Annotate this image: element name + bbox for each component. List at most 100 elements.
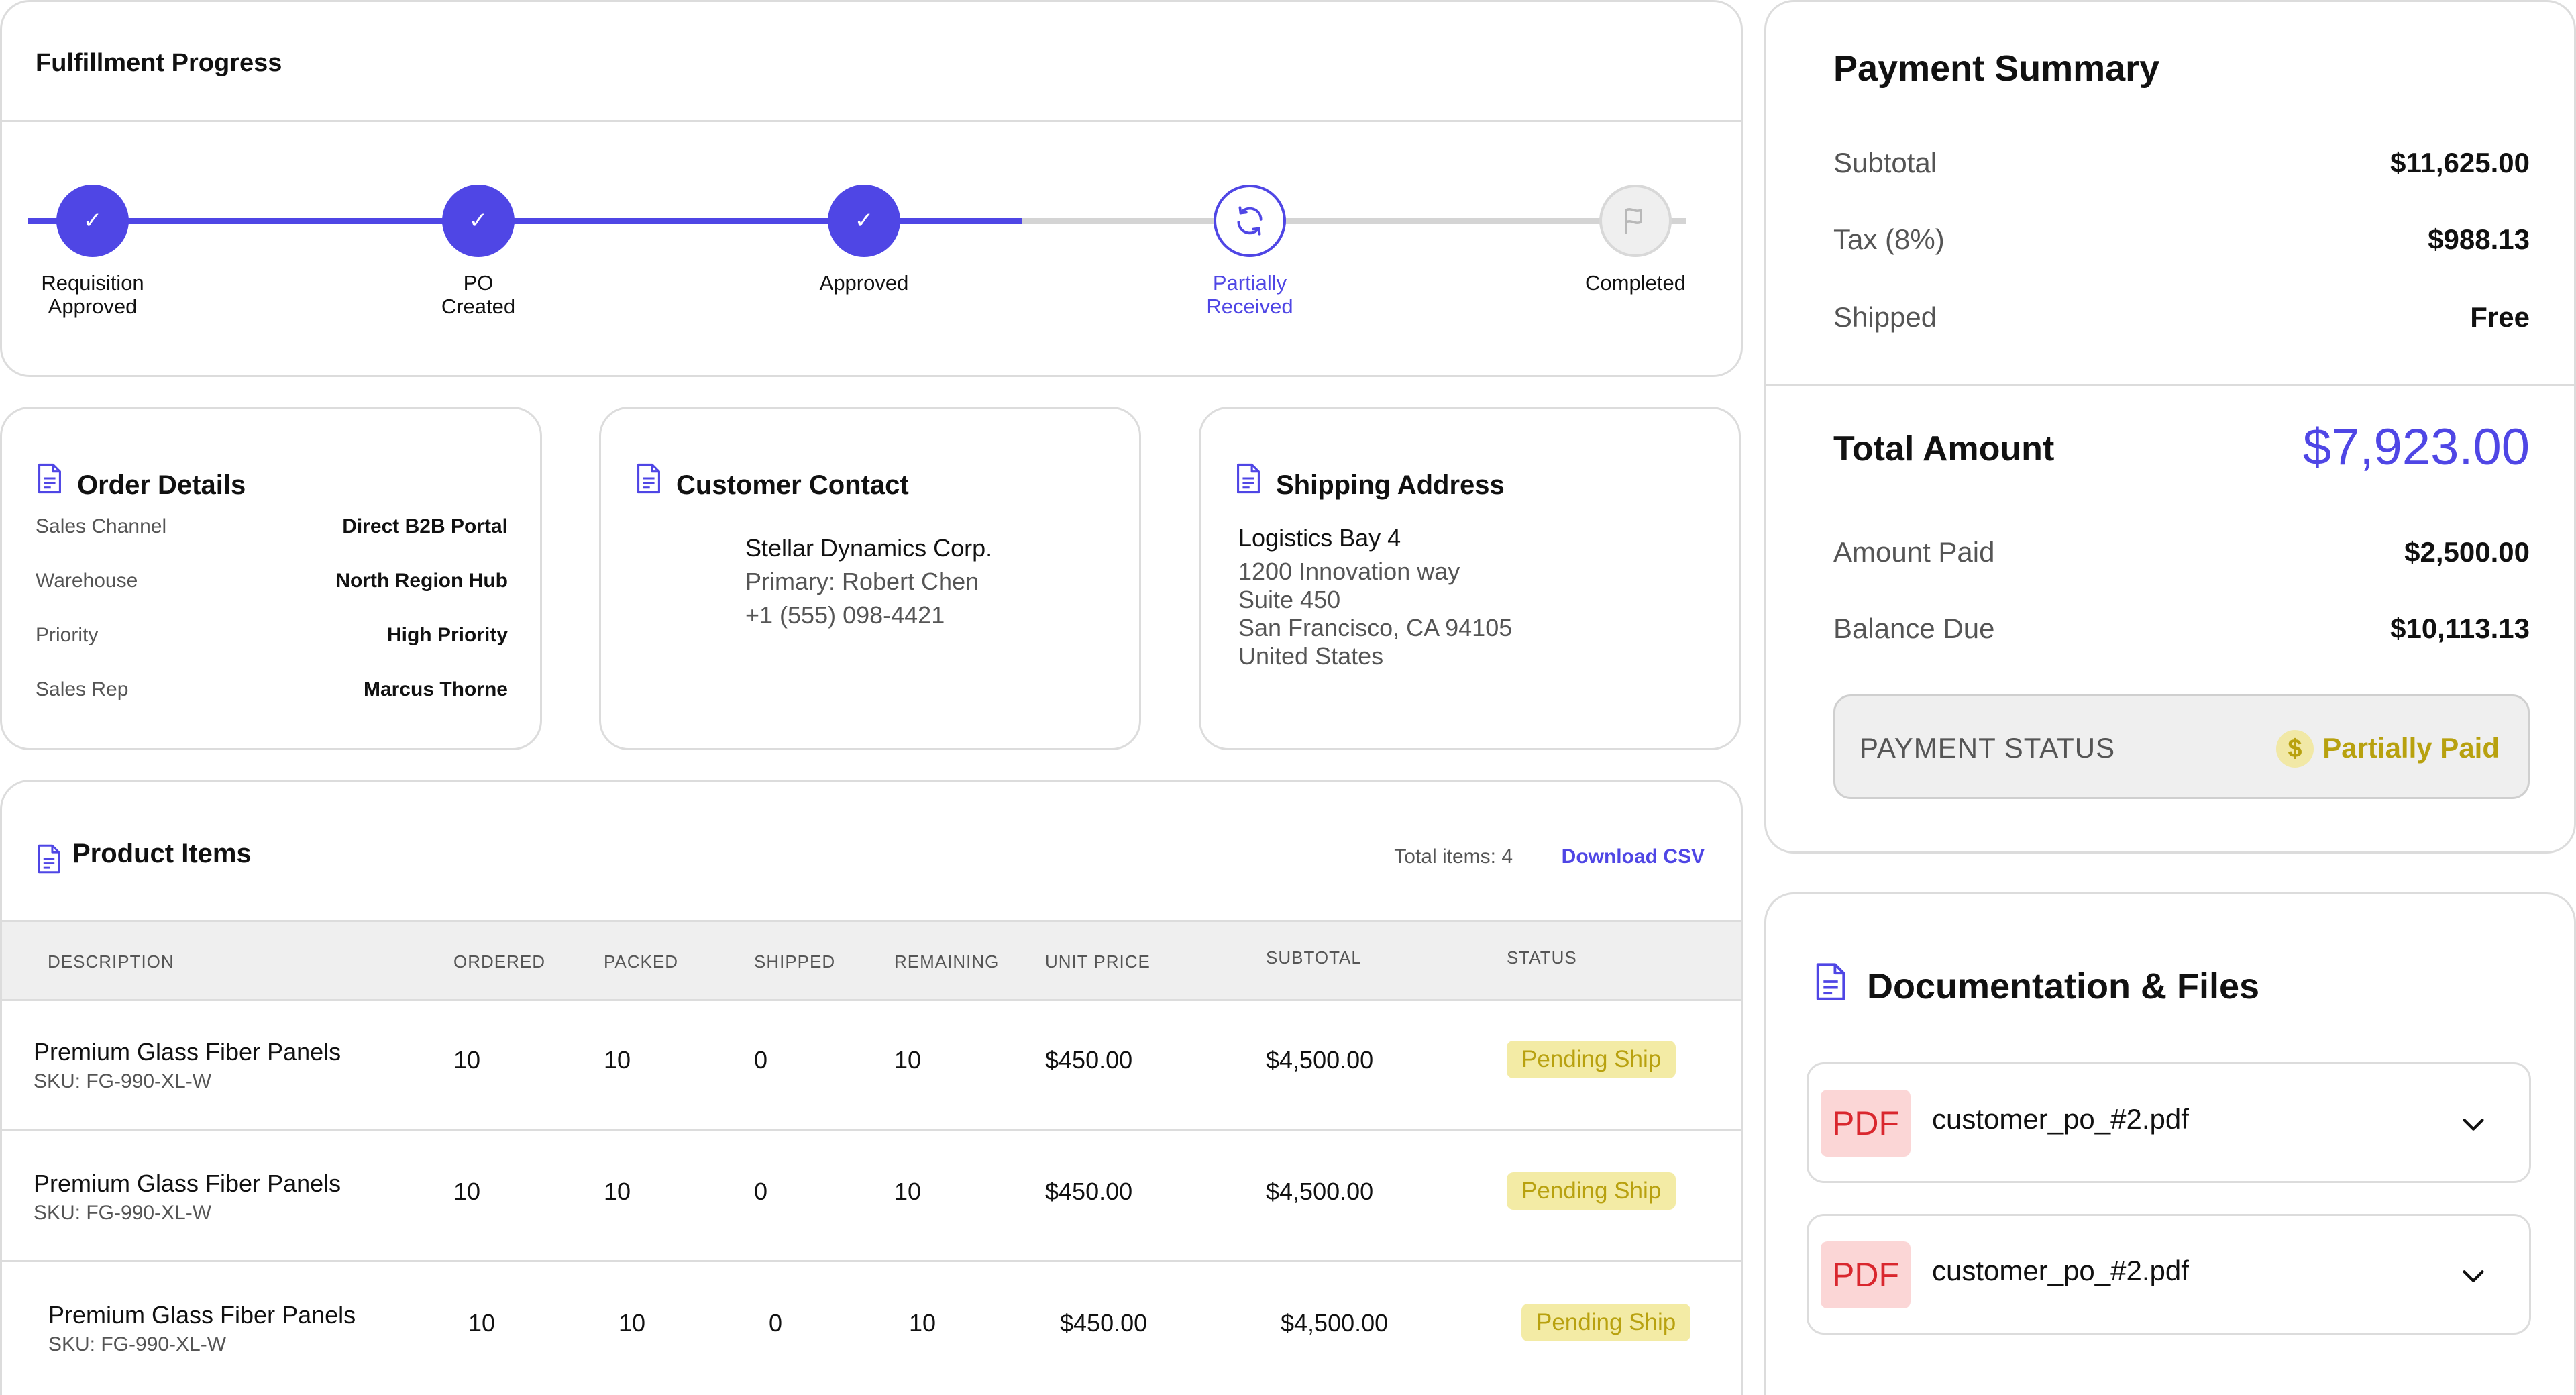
warehouse-value: North Region Hub (335, 570, 508, 592)
chevron-down-icon[interactable] (2458, 1260, 2489, 1291)
sales-rep-label: Sales Rep (36, 678, 129, 701)
shipped-qty: 0 (769, 1309, 783, 1337)
unit-price: $450.00 (1045, 1046, 1133, 1074)
table-row[interactable]: Premium Glass Fiber Panels SKU: FG-990-X… (2, 999, 1741, 1131)
subtotal-label: Subtotal (1833, 147, 1937, 178)
row-subtotal: $4,500.00 (1266, 1178, 1374, 1205)
sales-channel-label: Sales Channel (36, 515, 167, 537)
ordered-qty: 10 (453, 1178, 481, 1205)
status-badge: Pending Ship (1521, 1304, 1691, 1341)
sales-rep-value: Marcus Thorne (363, 678, 508, 701)
step-po-created[interactable]: ✓ (442, 185, 515, 257)
chevron-down-icon[interactable] (2458, 1108, 2489, 1139)
remaining-qty: 10 (894, 1178, 922, 1205)
documentation-title: Documentation & Files (1867, 966, 2260, 1006)
dollar-coin-icon: $ (2276, 730, 2314, 768)
address-line: United States (1238, 642, 1384, 670)
check-icon: ✓ (83, 208, 103, 234)
file-item[interactable]: PDF customer_po_#2.pdf (1807, 1214, 2531, 1335)
file-name[interactable]: customer_po_#2.pdf (1932, 1103, 2189, 1135)
payment-status-box: PAYMENT STATUS $ Partially Paid (1833, 694, 2530, 799)
file-item[interactable]: PDF customer_po_#2.pdf (1807, 1062, 2531, 1183)
table-row[interactable]: Premium Glass Fiber Panels SKU: FG-990-X… (2, 1131, 1741, 1262)
product-items-card: Product Items Total items: 4 Download CS… (0, 780, 1743, 1395)
shipped-qty: 0 (754, 1178, 768, 1205)
remaining-qty: 10 (894, 1046, 922, 1074)
step-label-approved: Approved (819, 271, 909, 295)
product-sku: SKU: FG-990-XL-W (34, 1202, 212, 1224)
customer-contact-title: Customer Contact (676, 470, 909, 500)
column-header-description[interactable]: DESCRIPTION (48, 951, 174, 972)
fulfillment-progress-card: Fulfillment Progress ✓ Requisition Appro… (0, 0, 1743, 377)
column-header-remaining[interactable]: REMAINING (894, 951, 999, 972)
shipped-label: Shipped (1833, 301, 1937, 333)
shipped-qty: 0 (754, 1046, 768, 1074)
pdf-file-icon: PDF (1821, 1241, 1911, 1308)
flag-icon (1625, 208, 1642, 234)
product-sku: SKU: FG-990-XL-W (34, 1070, 212, 1092)
divider (2, 120, 1741, 122)
step-partially-received[interactable] (1214, 185, 1286, 257)
order-details-title: Order Details (77, 470, 246, 500)
column-header-unit-price[interactable]: UNIT PRICE (1045, 951, 1150, 972)
column-header-ordered[interactable]: ORDERED (453, 951, 545, 972)
document-icon (637, 463, 660, 494)
document-icon (1237, 463, 1260, 494)
row-subtotal: $4,500.00 (1266, 1046, 1374, 1074)
priority-value: High Priority (386, 624, 508, 646)
shipped-value: Free (2470, 301, 2530, 333)
status-badge: Pending Ship (1507, 1041, 1676, 1078)
packed-qty: 10 (604, 1178, 631, 1205)
step-approved[interactable]: ✓ (828, 185, 900, 257)
table-row[interactable]: Premium Glass Fiber Panels SKU: FG-990-X… (2, 1262, 1741, 1392)
divider (1766, 384, 2574, 386)
ordered-qty: 10 (453, 1046, 481, 1074)
column-header-status[interactable]: STATUS (1507, 947, 1577, 968)
column-header-shipped[interactable]: SHIPPED (754, 951, 835, 972)
total-items-count: Total items: 4 (1394, 845, 1513, 868)
column-header-packed[interactable]: PACKED (604, 951, 678, 972)
warehouse-label: Warehouse (36, 570, 138, 592)
order-details-card: Order Details Sales Channel Direct B2B P… (0, 407, 542, 750)
step-label-partially-received: Partially Received (1206, 271, 1293, 318)
step-label-completed: Completed (1585, 271, 1686, 295)
address-line: 1200 Innovation way (1238, 558, 1460, 585)
address-line: Suite 450 (1238, 586, 1341, 613)
table-header: DESCRIPTION ORDERED PACKED SHIPPED REMAI… (2, 920, 1741, 1001)
primary-contact: Primary: Robert Chen (745, 568, 979, 595)
documentation-card: Documentation & Files PDF customer_po_#2… (1764, 892, 2576, 1395)
refresh-icon (1237, 206, 1263, 236)
unit-price: $450.00 (1045, 1178, 1133, 1205)
address-name: Logistics Bay 4 (1238, 524, 1401, 552)
step-label-po-created: PO Created (441, 271, 516, 318)
payment-status-label: PAYMENT STATUS (1860, 732, 2116, 764)
balance-due-value: $10,113.13 (2390, 613, 2530, 644)
file-name[interactable]: customer_po_#2.pdf (1932, 1255, 2189, 1287)
document-icon (38, 463, 61, 494)
packed-qty: 10 (619, 1309, 646, 1337)
column-header-subtotal[interactable]: SUBTOTAL (1266, 947, 1362, 968)
dollar-glyph: $ (2288, 734, 2302, 763)
amount-paid-value: $2,500.00 (2404, 536, 2530, 568)
product-sku: SKU: FG-990-XL-W (48, 1333, 227, 1355)
step-label-requisition-approved: Requisition Approved (41, 271, 144, 318)
step-completed[interactable] (1599, 185, 1672, 257)
product-items-title: Product Items (72, 839, 252, 868)
status-badge: Pending Ship (1507, 1172, 1676, 1210)
payment-status-value: Partially Paid (2322, 732, 2500, 764)
payment-summary-card: Payment Summary Subtotal $11,625.00 Tax … (1764, 0, 2576, 854)
company-name: Stellar Dynamics Corp. (745, 534, 993, 562)
packed-qty: 10 (604, 1046, 631, 1074)
fulfillment-title: Fulfillment Progress (36, 49, 282, 77)
address-line: San Francisco, CA 94105 (1238, 614, 1513, 641)
download-csv-link[interactable]: Download CSV (1562, 845, 1705, 868)
document-icon (38, 844, 60, 874)
tax-label: Tax (8%) (1833, 223, 1945, 255)
phone-number[interactable]: +1 (555) 098-4421 (745, 599, 945, 632)
shipping-address-card: Shipping Address Logistics Bay 4 1200 In… (1199, 407, 1741, 750)
ordered-qty: 10 (468, 1309, 496, 1337)
product-name: Premium Glass Fiber Panels (34, 1170, 341, 1197)
payment-summary-title: Payment Summary (1833, 48, 2160, 89)
step-requisition-approved[interactable]: ✓ (56, 185, 129, 257)
subtotal-value: $11,625.00 (2390, 147, 2530, 178)
